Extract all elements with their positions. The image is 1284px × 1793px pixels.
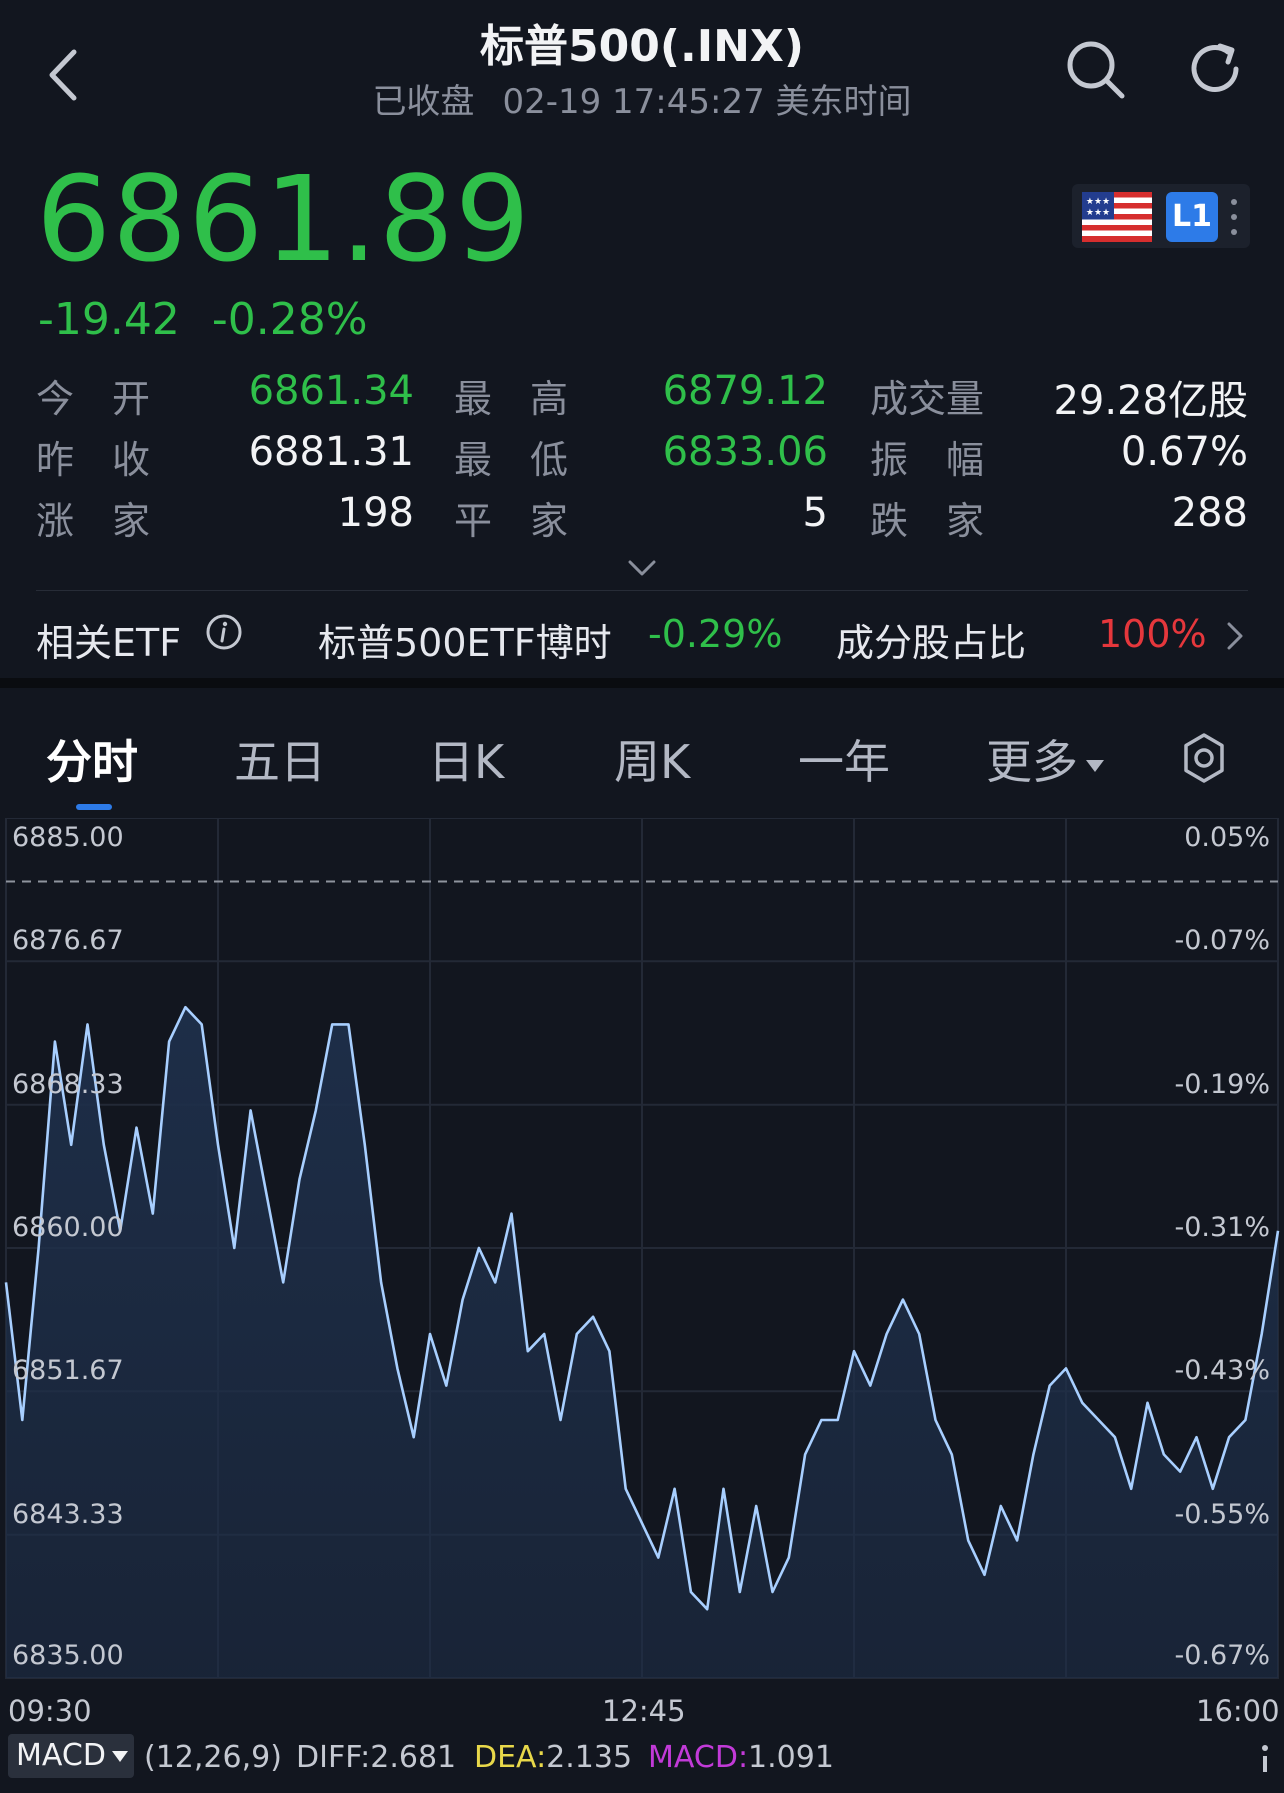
- svg-text:★★★: ★★★: [1086, 208, 1110, 218]
- active-tab-indicator: [76, 804, 112, 810]
- component-ratio-label: 成分股占比: [836, 621, 1027, 665]
- price-change: -19.42 -0.28%: [38, 294, 368, 345]
- change-percent: -0.28%: [211, 294, 368, 345]
- info-icon[interactable]: [1252, 1738, 1278, 1778]
- change-value: -19.42: [38, 294, 180, 345]
- intraday-chart[interactable]: [0, 818, 1284, 1728]
- update-time: 02-19 17:45:27 美东时间: [502, 82, 912, 122]
- open-label: 今开: [36, 377, 189, 421]
- y-tick-left: 6868.33: [12, 1068, 124, 1100]
- y-tick-right: -0.19%: [1174, 1068, 1270, 1100]
- low-label: 最低: [454, 438, 607, 482]
- x-tick-open: 09:30: [8, 1694, 92, 1728]
- y-tick-left: 6851.67: [12, 1355, 124, 1387]
- tab-more[interactable]: 更多: [986, 726, 1104, 792]
- caret-down-icon: [111, 1751, 128, 1762]
- macd-label: MACD: [648, 1740, 738, 1775]
- y-tick-left: 6876.67: [12, 925, 124, 957]
- volume-label: 成交量: [870, 377, 985, 421]
- low-value: 6833.06: [662, 429, 828, 475]
- refresh-icon[interactable]: [1180, 34, 1250, 104]
- advancers-label: 涨家: [36, 499, 189, 543]
- tab-weekly-k[interactable]: 周K: [614, 726, 690, 792]
- quote-panel: 6861.89 -19.42 -0.28% ★★★ ★★★ L1 今开 6861.…: [0, 132, 1284, 678]
- decliners-label: 跌家: [870, 499, 1023, 543]
- top-bar: 标普500(.INX) 已收盘 02-19 17:45:27 美东时间: [0, 0, 1284, 132]
- us-flag-icon: ★★★ ★★★: [1082, 192, 1152, 242]
- y-tick-right: -0.67%: [1174, 1640, 1270, 1671]
- tab-intraday[interactable]: 分时: [46, 726, 138, 792]
- high-value: 6879.12: [662, 368, 828, 414]
- open-value: 6861.34: [248, 368, 414, 414]
- macd-value: 1.091: [748, 1740, 834, 1775]
- macd-readout: MACD:1.091: [648, 1740, 834, 1775]
- component-ratio-value: 100%: [1098, 612, 1207, 656]
- chevron-right-icon[interactable]: [1222, 620, 1248, 652]
- diff-label: DIFF: [296, 1740, 361, 1775]
- volume-value: 29.28亿股: [1053, 378, 1248, 424]
- amplitude-label: 振幅: [870, 438, 1023, 482]
- y-tick-right: -0.43%: [1174, 1355, 1270, 1387]
- dea-label: DEA: [474, 1740, 537, 1775]
- market-badge[interactable]: ★★★ ★★★ L1: [1072, 184, 1250, 248]
- settings-icon[interactable]: [1180, 732, 1228, 784]
- market-status-label: 已收盘: [372, 82, 475, 122]
- period-tabs: 分时 五日 日K 周K 一年 更多: [0, 688, 1284, 810]
- y-tick-left: 6860.00: [12, 1212, 124, 1243]
- last-price: 6861.89: [36, 150, 531, 288]
- caret-down-icon: [1086, 759, 1104, 772]
- diff-value: 2.681: [370, 1740, 457, 1775]
- indicator-select[interactable]: MACD: [8, 1734, 134, 1778]
- high-label: 最高: [454, 377, 607, 421]
- indicator-name: MACD: [16, 1738, 106, 1773]
- amplitude-value: 0.67%: [1120, 429, 1248, 475]
- chart-panel: 分时 五日 日K 周K 一年 更多 6885.00 6876.67 6868.3…: [0, 688, 1284, 1793]
- tab-one-year[interactable]: 一年: [798, 726, 890, 792]
- prev-close-value: 6881.31: [248, 429, 414, 475]
- y-tick-left: 6885.00: [12, 822, 124, 853]
- y-tick-right: -0.55%: [1174, 1498, 1270, 1530]
- y-tick-right: -0.07%: [1174, 925, 1270, 957]
- diff-readout: DIFF:2.681: [296, 1740, 457, 1775]
- tab-daily-k[interactable]: 日K: [428, 726, 504, 792]
- unchanged-value: 5: [802, 490, 828, 536]
- dea-value: 2.135: [546, 1740, 633, 1775]
- stats-row: 昨收 6881.31 最低 6833.06 振幅 0.67%: [36, 429, 1248, 490]
- y-tick-right: -0.31%: [1174, 1212, 1270, 1243]
- stats-row: 涨家 198 平家 5 跌家 288: [36, 490, 1248, 551]
- divider: [36, 590, 1248, 591]
- etf-name[interactable]: 标普500ETF博时: [318, 612, 612, 667]
- decliners-value: 288: [1171, 490, 1248, 536]
- y-tick-left: 6835.00: [12, 1640, 124, 1671]
- svg-text:★★★: ★★★: [1086, 197, 1110, 207]
- related-etf-label: 相关ETF: [36, 621, 182, 665]
- indicator-bar: MACD (12,26,9) DIFF:2.681 DEA:2.135 MACD…: [0, 1728, 1284, 1793]
- stats-row: 今开 6861.34 最高 6879.12 成交量 29.28亿股: [36, 368, 1248, 429]
- more-vertical-icon[interactable]: [1226, 194, 1242, 240]
- dea-readout: DEA:2.135: [474, 1740, 633, 1775]
- advancers-value: 198: [337, 490, 414, 536]
- stats-grid: 今开 6861.34 最高 6879.12 成交量 29.28亿股 昨收 688…: [36, 368, 1248, 551]
- y-tick-right: 0.05%: [1184, 822, 1270, 853]
- x-tick-mid: 12:45: [602, 1694, 686, 1728]
- related-etf-row[interactable]: 相关ETF 标普500ETF博时 -0.29% 成分股占比 100%: [36, 598, 1248, 670]
- unchanged-label: 平家: [454, 499, 607, 543]
- y-tick-left: 6843.33: [12, 1498, 124, 1530]
- expand-chevron-icon[interactable]: [626, 558, 658, 578]
- etf-change: -0.29%: [648, 612, 783, 656]
- tab-more-label: 更多: [986, 735, 1078, 789]
- x-tick-close: 16:00: [1196, 1694, 1280, 1728]
- indicator-params: (12,26,9): [144, 1740, 282, 1775]
- prev-close-label: 昨收: [36, 438, 189, 482]
- tab-five-day[interactable]: 五日: [234, 726, 326, 792]
- search-icon[interactable]: [1060, 34, 1130, 104]
- level1-badge: L1: [1166, 192, 1218, 242]
- info-icon[interactable]: [204, 612, 244, 652]
